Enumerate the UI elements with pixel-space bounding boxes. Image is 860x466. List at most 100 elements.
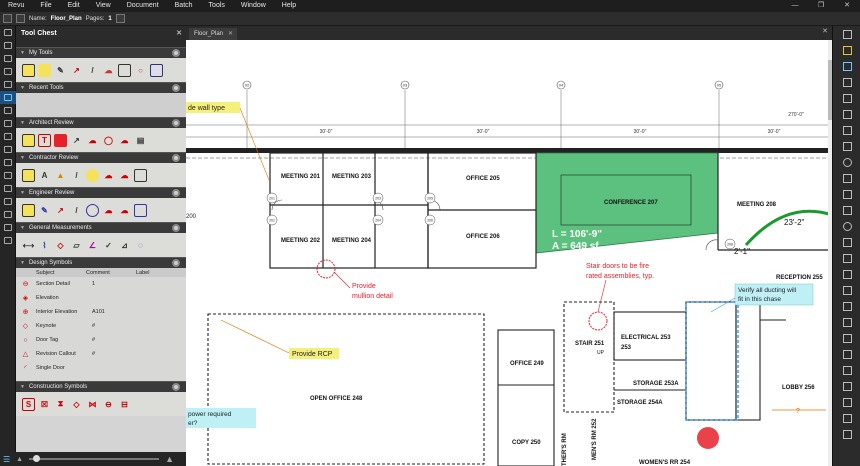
cloud-tool-icon[interactable]: ☁ (102, 64, 115, 77)
table-row[interactable]: ⊖ Section Detail 1 (16, 277, 186, 291)
section-architect-review[interactable]: ▼ Architect Review (16, 117, 186, 128)
table-row[interactable]: ◜ Single Door (16, 361, 186, 375)
ellipse-tool-icon[interactable]: ○ (134, 64, 147, 77)
bookmarks-icon[interactable] (0, 39, 16, 52)
ellipse-icon[interactable] (833, 218, 860, 234)
hatch-icon[interactable] (833, 314, 860, 330)
menu-edit[interactable]: Edit (60, 0, 88, 12)
eraser-icon[interactable] (833, 74, 860, 90)
slider-knob[interactable] (33, 455, 41, 462)
gear-icon[interactable] (172, 119, 180, 127)
menu-view[interactable]: View (88, 0, 119, 12)
stamp-tool-icon[interactable] (134, 168, 147, 182)
pen-tool-icon[interactable]: ✎ (54, 64, 67, 77)
line-tool-icon[interactable]: / (70, 169, 83, 182)
mountain-large-icon[interactable]: ▲ (165, 454, 174, 464)
stamp-icon[interactable] (833, 138, 860, 154)
compare-icon[interactable] (0, 208, 16, 221)
area-tool-icon[interactable]: ▱ (70, 239, 83, 252)
menu-tools[interactable]: Tools (201, 0, 233, 12)
tabs-close-icon[interactable]: ✕ (822, 27, 828, 35)
table-row[interactable]: ◇ Keynote # (16, 319, 186, 333)
length-tool-icon[interactable]: ⟷ (22, 239, 35, 252)
note-tool-icon[interactable] (22, 203, 35, 217)
layers-icon[interactable] (0, 65, 16, 78)
cloud-plus-tool-icon[interactable]: ☁ (118, 169, 131, 182)
measure-icon[interactable] (833, 266, 860, 282)
table-row[interactable]: ○ Door Tag # (16, 333, 186, 347)
ellipse-tool-icon[interactable]: ◯ (102, 134, 115, 147)
arrow-tool-icon[interactable]: ↗ (70, 64, 83, 77)
highlighter-icon[interactable] (833, 58, 860, 74)
cloud-tool-icon[interactable]: ☁ (86, 134, 99, 147)
line-tool-icon[interactable]: / (86, 64, 99, 77)
line-icon[interactable] (833, 154, 860, 170)
profile-icon[interactable] (3, 14, 12, 23)
angle-tool-icon[interactable]: ∠ (86, 239, 99, 252)
link-icon[interactable] (833, 298, 860, 314)
arrow-tool-icon[interactable]: ↗ (54, 204, 67, 217)
mountain-small-icon[interactable]: ▲ (16, 456, 23, 463)
cloud-tool-icon[interactable]: ☁ (102, 204, 115, 217)
bowtie-icon[interactable]: ⋈ (86, 398, 99, 411)
list-view-icon[interactable]: ☰ (3, 455, 10, 464)
s-symbol-icon[interactable]: S (22, 397, 35, 411)
sets-icon[interactable] (0, 195, 16, 208)
menu-batch[interactable]: Batch (167, 0, 201, 12)
table-row[interactable]: ◈ Elevation (16, 291, 186, 305)
sketch-icon[interactable] (833, 330, 860, 346)
line-tool-icon[interactable]: / (70, 204, 83, 217)
rectangle-tool-icon[interactable] (134, 203, 147, 217)
menu-document[interactable]: Document (119, 0, 167, 12)
forms-icon[interactable] (0, 169, 16, 182)
dropdown-icon[interactable] (16, 14, 25, 23)
ellipse-tool-icon[interactable] (86, 203, 99, 217)
pen-icon[interactable] (833, 42, 860, 58)
close-button[interactable]: ✕ (834, 0, 860, 12)
section-engineer-review[interactable]: ▼ Engineer Review (16, 187, 186, 198)
section-my-tools[interactable]: ▼ My Tools (16, 47, 186, 58)
diamond-icon[interactable]: ◇ (70, 398, 83, 411)
stamp-tool-icon[interactable] (150, 63, 163, 77)
text-tool-icon[interactable]: A (38, 169, 51, 182)
polygon-icon[interactable] (833, 234, 860, 250)
x-box-icon[interactable]: ☒ (38, 398, 51, 411)
callout-tool-icon[interactable]: ▲ (54, 169, 67, 182)
rectangle-icon[interactable] (833, 202, 860, 218)
flag-icon[interactable] (833, 394, 860, 410)
select-tool-icon[interactable] (833, 26, 860, 42)
table-row[interactable]: ⊕ Interior Elevation A101 (16, 305, 186, 319)
panel-close-icon[interactable]: ✕ (176, 29, 182, 37)
note-icon[interactable] (833, 122, 860, 138)
note-tool-icon[interactable] (22, 63, 35, 77)
bookmark-tag-icon[interactable] (0, 234, 16, 247)
hourglass-icon[interactable]: ⧗ (54, 398, 67, 411)
highlight-tool-icon[interactable] (86, 168, 99, 182)
volume-tool-icon[interactable]: ⊿ (118, 239, 131, 252)
note-tool-icon[interactable] (22, 168, 35, 182)
spaces-icon[interactable] (0, 104, 16, 117)
perimeter-tool-icon[interactable]: ◇ (54, 239, 67, 252)
snapshot-icon[interactable] (833, 282, 860, 298)
sound-icon[interactable] (833, 362, 860, 378)
arrow-tool-icon[interactable]: ↗ (70, 134, 83, 147)
menu-revu[interactable]: Revu (0, 0, 32, 12)
section-general-measurements[interactable]: ▼ General Measurements (16, 222, 186, 233)
arrow-icon[interactable] (833, 170, 860, 186)
rectangle-tool-icon[interactable] (118, 63, 131, 77)
measurements-icon[interactable] (0, 130, 16, 143)
pen-tool-icon[interactable]: ✎ (38, 204, 51, 217)
links-icon[interactable] (0, 143, 16, 156)
menu-window[interactable]: Window (233, 0, 274, 12)
gear-icon[interactable] (172, 224, 180, 232)
image-icon[interactable] (833, 346, 860, 362)
cloud-plus-tool-icon[interactable]: ☁ (118, 134, 131, 147)
search-icon[interactable] (0, 221, 16, 234)
tab-close-icon[interactable]: ✕ (228, 28, 233, 40)
menu-file[interactable]: File (32, 0, 59, 12)
signatures-icon[interactable] (0, 156, 16, 169)
markups-icon[interactable] (0, 117, 16, 130)
table-row[interactable]: △ Revision Callout # (16, 347, 186, 361)
section-construction-symbols[interactable]: ▼ Construction Symbols (16, 381, 186, 392)
minimize-button[interactable]: — (782, 0, 808, 12)
